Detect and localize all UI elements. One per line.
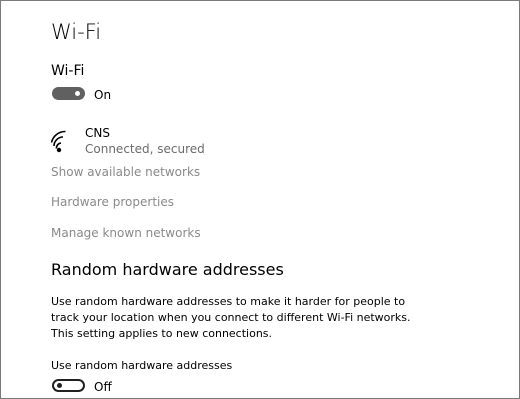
description-line: track your location when you connect to … bbox=[51, 311, 411, 324]
wifi-section-label: Wi-Fi bbox=[51, 63, 85, 79]
random-hw-toggle[interactable] bbox=[52, 379, 85, 392]
wifi-toggle[interactable] bbox=[52, 87, 85, 100]
network-status: Connected, secured bbox=[85, 142, 205, 156]
manage-known-networks-link[interactable]: Manage known networks bbox=[51, 226, 201, 240]
random-hw-toggle-state: Off bbox=[94, 380, 112, 394]
network-name: CNS bbox=[85, 126, 110, 140]
random-hw-toggle-knob bbox=[57, 383, 62, 388]
network-item-cns[interactable]: CNS Connected, secured bbox=[51, 125, 351, 157]
wifi-signal-icon bbox=[51, 130, 66, 153]
wifi-toggle-state: On bbox=[94, 88, 112, 102]
hardware-properties-link[interactable]: Hardware properties bbox=[51, 195, 174, 209]
page-title: Wi-Fi bbox=[51, 20, 102, 44]
settings-window: Wi-Fi Wi-Fi On CNS Connected, secured Sh… bbox=[0, 0, 520, 399]
random-hw-option-label: Use random hardware addresses bbox=[51, 359, 233, 372]
random-hw-heading: Random hardware addresses bbox=[51, 260, 284, 279]
description-line: Use random hardware addresses to make it… bbox=[51, 295, 406, 308]
wifi-toggle-knob bbox=[75, 91, 80, 96]
show-available-networks-link[interactable]: Show available networks bbox=[51, 165, 200, 179]
random-hw-description: Use random hardware addresses to make it… bbox=[51, 294, 411, 342]
description-line: This setting applies to new connections. bbox=[51, 327, 273, 340]
